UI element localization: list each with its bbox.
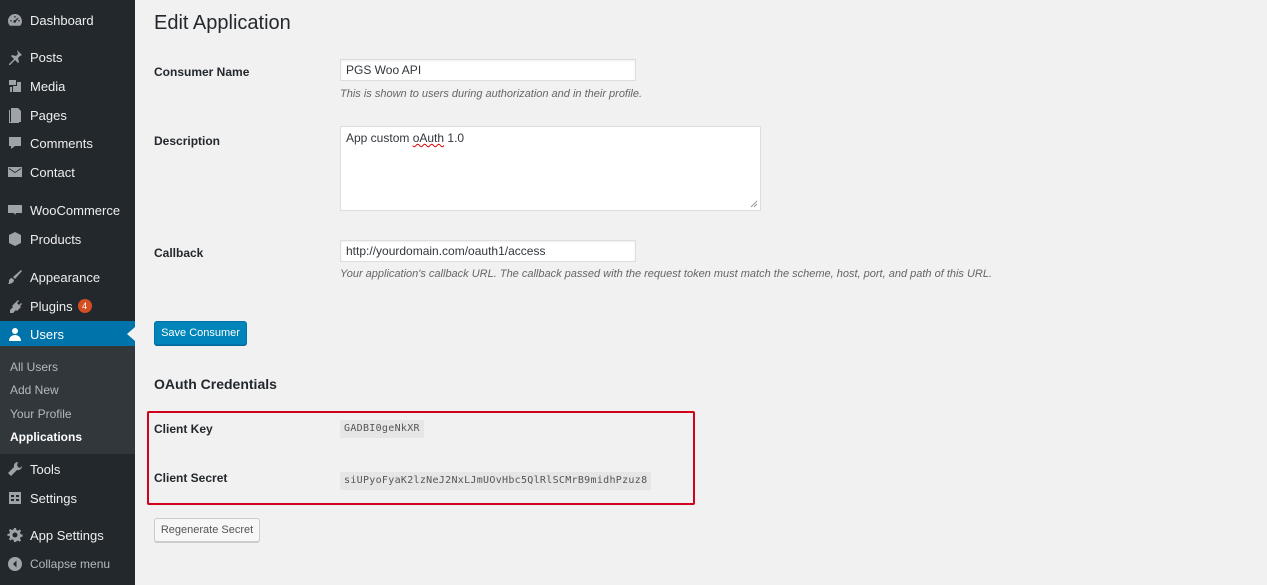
collapse-icon xyxy=(0,556,30,572)
description-text: App custom xyxy=(346,131,413,145)
menu-app-settings[interactable]: App Settings xyxy=(0,522,135,548)
menu-label: Comments xyxy=(30,135,93,151)
menu-label: Settings xyxy=(30,490,77,506)
submenu-add-new[interactable]: Add New xyxy=(10,383,59,397)
description-textarea[interactable]: App custom oAuth 1.0 xyxy=(340,126,761,211)
consumer-name-help: This is shown to users during authorizat… xyxy=(340,88,643,100)
credentials-heading: OAuth Credentials xyxy=(154,376,277,392)
client-key-label: Client Key xyxy=(154,422,213,436)
menu-pages[interactable]: Pages xyxy=(0,102,135,128)
update-count-badge: 4 xyxy=(77,299,92,313)
menu-appearance[interactable]: Appearance xyxy=(0,264,135,290)
callback-input[interactable]: http://yourdomain.com/oauth1/access xyxy=(340,240,636,262)
page-title: Edit Application xyxy=(154,12,291,34)
pin-icon xyxy=(0,49,30,65)
client-secret-label: Client Secret xyxy=(154,471,228,485)
menu-tools[interactable]: Tools xyxy=(0,456,135,482)
menu-label: Media xyxy=(30,78,66,94)
menu-label: Dashboard xyxy=(30,12,94,28)
menu-label: Users xyxy=(30,326,64,342)
settings-icon xyxy=(0,490,30,506)
menu-label: Products xyxy=(30,231,82,247)
plugin-icon xyxy=(0,298,30,314)
menu-label: App Settings xyxy=(30,527,104,543)
menu-woocommerce[interactable]: WooCommerce xyxy=(0,197,135,223)
menu-users[interactable]: Users xyxy=(0,321,135,347)
callback-label: Callback xyxy=(154,246,204,260)
resize-handle-icon[interactable] xyxy=(750,200,758,208)
menu-label: Collapse menu xyxy=(30,557,111,571)
archive-icon xyxy=(0,231,30,247)
comment-icon xyxy=(0,135,30,151)
dashboard-icon xyxy=(0,12,30,28)
menu-plugins[interactable]: Plugins 4 xyxy=(0,293,135,319)
menu-products[interactable]: Products xyxy=(0,226,135,252)
regenerate-secret-button[interactable]: Regenerate Secret xyxy=(154,518,260,542)
menu-dashboard[interactable]: Dashboard xyxy=(0,7,135,33)
submenu-all-users[interactable]: All Users xyxy=(10,360,58,374)
menu-comments[interactable]: Comments xyxy=(0,130,135,156)
spellcheck-word: oAuth xyxy=(412,131,445,145)
menu-label: Pages xyxy=(30,107,67,123)
menu-media[interactable]: Media xyxy=(0,73,135,99)
client-key-value: GADBI0geNkXR xyxy=(340,420,424,438)
description-label: Description xyxy=(154,134,221,148)
menu-label: Plugins xyxy=(30,298,73,314)
menu-label: Tools xyxy=(30,461,61,477)
submenu-applications[interactable]: Applications xyxy=(10,430,82,444)
admin-sidebar: Dashboard Posts Media Pages Comments Con… xyxy=(0,0,135,585)
mail-icon xyxy=(0,164,30,180)
page-icon xyxy=(0,107,30,123)
callback-help: Your application's callback URL. The cal… xyxy=(340,268,993,280)
description-text: 1.0 xyxy=(444,131,465,145)
users-submenu: All Users Add New Your Profile Applicati… xyxy=(0,346,135,454)
gear-icon xyxy=(0,527,30,543)
menu-label: Appearance xyxy=(30,269,101,285)
menu-label: Contact xyxy=(30,164,75,180)
consumer-name-label: Consumer Name xyxy=(154,65,250,79)
collapse-menu-button[interactable]: Collapse menu xyxy=(0,551,135,577)
consumer-name-input[interactable]: PGS Woo API xyxy=(340,59,636,81)
user-icon xyxy=(0,326,30,342)
woocommerce-icon xyxy=(0,202,30,218)
menu-posts[interactable]: Posts xyxy=(0,44,135,70)
brush-icon xyxy=(0,269,30,285)
save-consumer-button[interactable]: Save Consumer xyxy=(154,321,247,345)
menu-label: WooCommerce xyxy=(30,202,121,218)
menu-settings[interactable]: Settings xyxy=(0,485,135,511)
media-icon xyxy=(0,78,30,94)
menu-label: Posts xyxy=(30,49,63,65)
submenu-your-profile[interactable]: Your Profile xyxy=(10,407,72,421)
menu-contact[interactable]: Contact xyxy=(0,159,135,185)
wrench-icon xyxy=(0,461,30,477)
client-secret-value: siUPyoFyaK2lzNeJ2NxLJmUOvHbc5QlRlSCMrB9m… xyxy=(340,472,652,490)
